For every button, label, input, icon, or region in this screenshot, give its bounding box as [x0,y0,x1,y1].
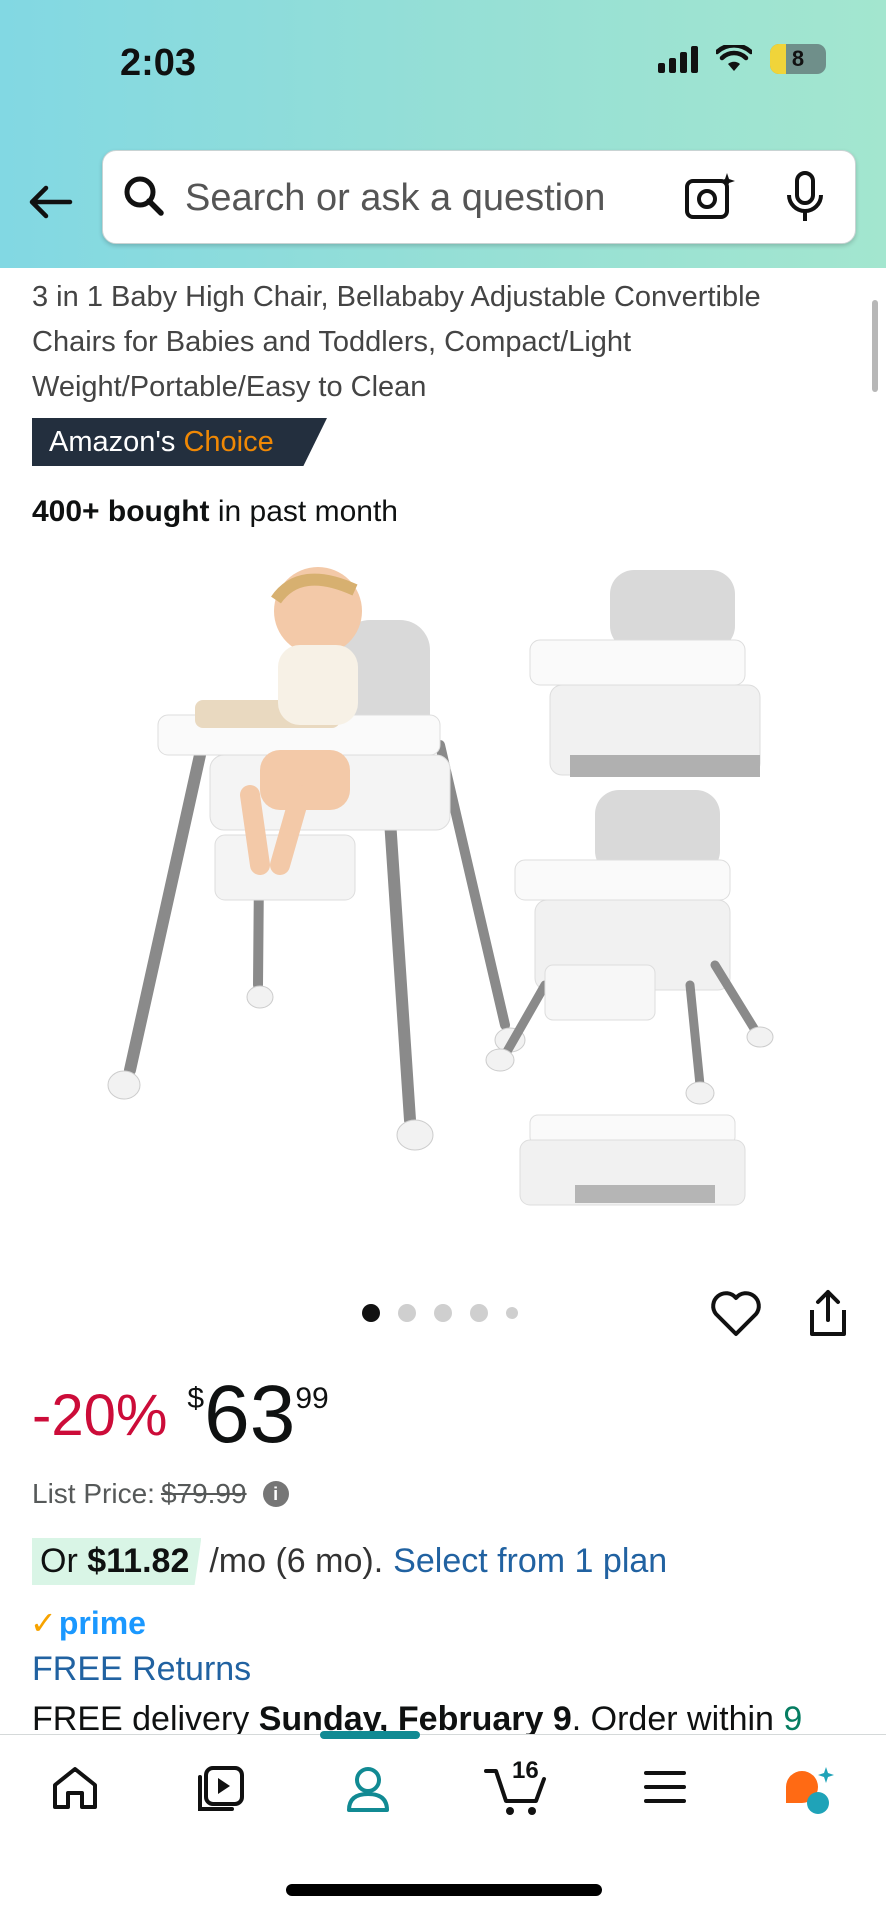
list-price: List Price: $79.99 i [32,1478,289,1510]
rufus-assistant-icon[interactable] [780,1765,836,1817]
payment-plan: Or $11.82 /mo (6 mo). Select from 1 plan [32,1538,667,1585]
battery-icon: 8 [770,44,826,74]
wifi-icon [716,45,752,71]
status-icons: 8 [658,44,826,74]
back-arrow-icon[interactable] [26,178,74,226]
scrollbar[interactable] [872,300,878,392]
product-image[interactable] [0,545,886,1245]
prime-badge: ✓ prime [30,1604,146,1642]
price-fraction: 99 [295,1382,329,1415]
account-icon[interactable] [344,1765,392,1813]
cart-icon[interactable] [484,1765,548,1817]
info-icon[interactable]: i [262,1481,289,1507]
gallery-pagination[interactable] [362,1304,518,1322]
signal-icon [658,45,698,73]
product-title: 3 in 1 Baby High Chair, Bellababy Adjust… [32,281,761,403]
home-indicator [286,1884,602,1896]
app-header: 2:03 8 [0,0,886,268]
plan-highlight: Or $11.82 [32,1538,202,1585]
bought-count: 400+ bought in past month [32,495,398,529]
plan-rest: /mo (6 mo). [209,1542,384,1580]
delivery-info: FREE delivery Sunday, February 9. Order … [32,1700,886,1736]
booster-seat-illustration [529,570,761,777]
status-time: 2:03 [120,42,197,84]
bought-count-bold: 400+ bought [32,495,210,528]
heart-icon[interactable] [710,1288,762,1338]
plan-prefix: Or [40,1542,78,1580]
base-illustration [519,1114,746,1206]
select-plan-link[interactable]: Select from 1 plan [393,1542,667,1581]
bought-count-rest: in past month [217,495,398,528]
home-icon[interactable] [50,1765,100,1811]
list-price-label: List Price: [32,1478,155,1509]
price-currency: $ [187,1382,205,1415]
menu-icon[interactable] [642,1765,688,1809]
discount-percent: -20% [32,1383,168,1448]
badge-choice: Choice [183,426,274,458]
amazons-choice-badge: Amazon's Choice [32,418,327,466]
badge-prefix: Amazon's [49,426,176,458]
list-price-value: $79.99 [160,1478,247,1509]
battery-level: 8 [791,46,805,71]
delivery-countdown: 9 [783,1700,803,1736]
price-block: -20% $ 63 99 [32,1370,329,1460]
free-returns-link[interactable]: FREE Returns [32,1650,251,1689]
camera-search-icon[interactable] [683,171,737,223]
prime-label: prime [58,1604,146,1641]
search-icon [124,176,164,216]
price-whole: 63 [204,1369,296,1460]
delivery-middle: . Order within [571,1700,774,1736]
active-tab-indicator [320,1731,420,1739]
delivery-prefix: FREE delivery [32,1700,250,1736]
search-bar[interactable] [102,150,856,244]
search-input[interactable] [183,171,687,225]
microphone-icon[interactable] [785,171,825,225]
prime-check-icon: ✓ [30,1605,57,1641]
video-icon[interactable] [196,1765,246,1813]
share-icon[interactable] [806,1288,850,1338]
plan-amount: $11.82 [87,1542,190,1580]
low-chair-illustration [485,790,774,1105]
high-chair-illustration [107,567,526,1151]
